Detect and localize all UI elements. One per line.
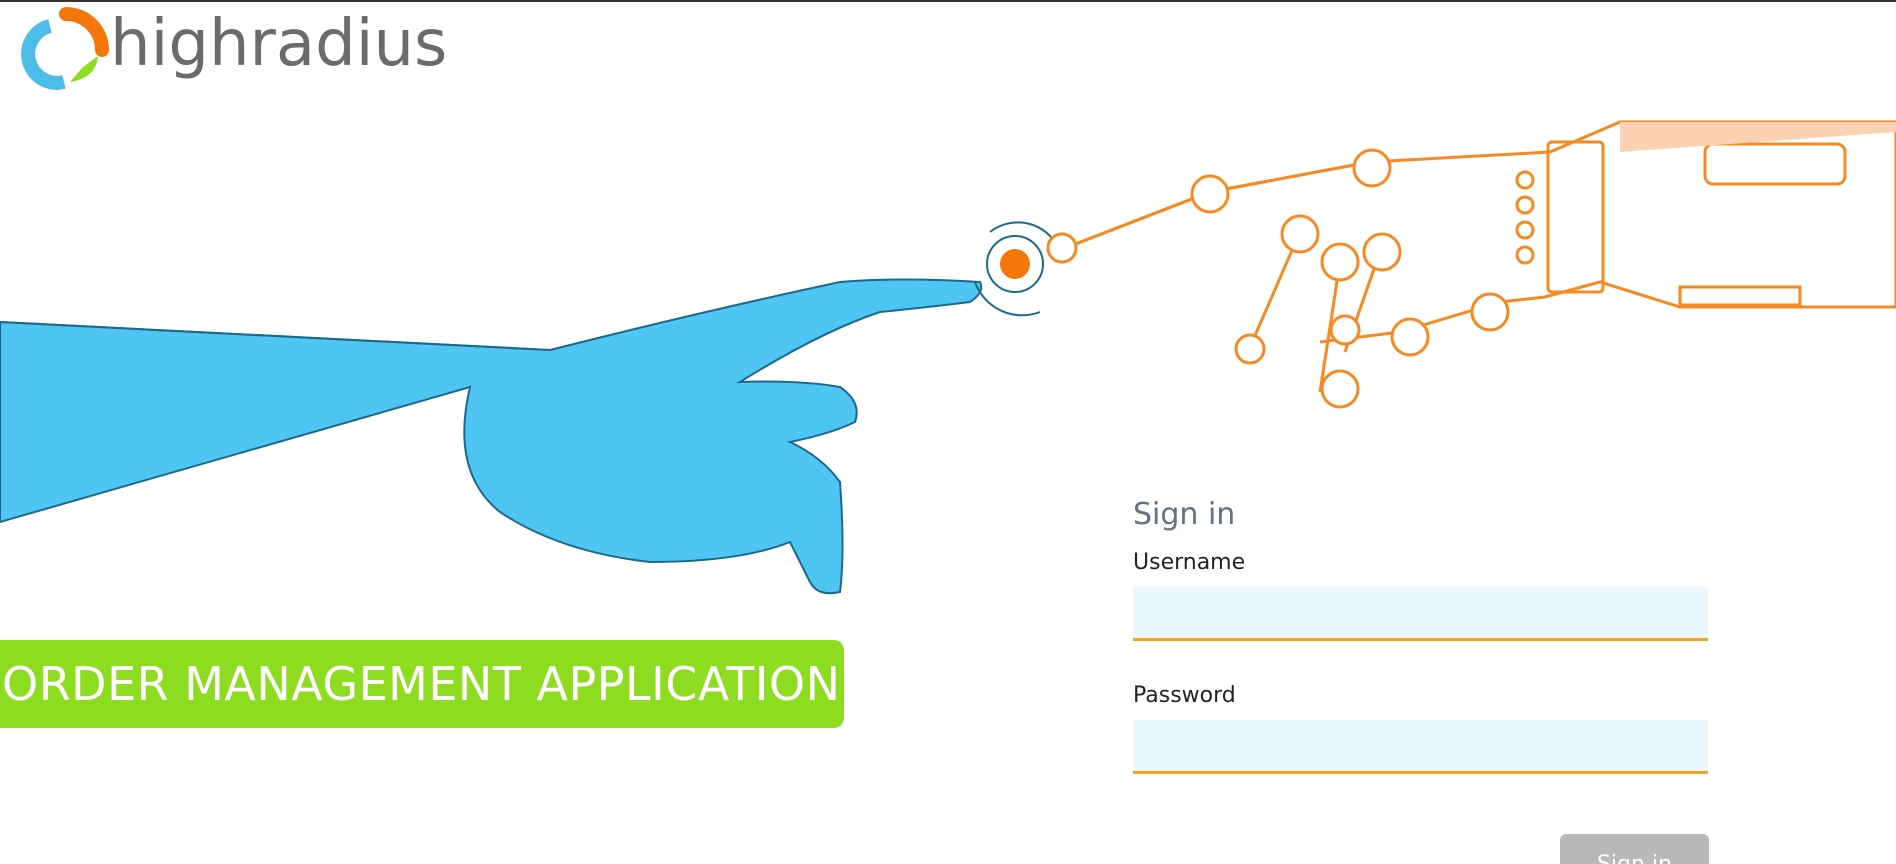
highradius-logo-icon xyxy=(21,7,109,90)
password-input[interactable] xyxy=(1133,720,1708,774)
password-label: Password xyxy=(1133,683,1236,708)
brand-logo: highradius xyxy=(20,2,447,98)
login-page: highradius ORDER MANAGEMENT APPLICATION … xyxy=(0,0,1896,864)
brand-name: highradius xyxy=(110,7,448,81)
signin-button[interactable]: Sign in xyxy=(1560,834,1709,864)
signin-title: Sign in xyxy=(1133,497,1236,532)
username-input[interactable] xyxy=(1133,587,1708,641)
username-label: Username xyxy=(1133,550,1246,575)
touch-point xyxy=(1000,249,1030,279)
app-title-banner: ORDER MANAGEMENT APPLICATION xyxy=(0,640,844,728)
signin-form: Sign in Username Password xyxy=(1133,497,1708,774)
app-title: ORDER MANAGEMENT APPLICATION xyxy=(2,657,841,711)
